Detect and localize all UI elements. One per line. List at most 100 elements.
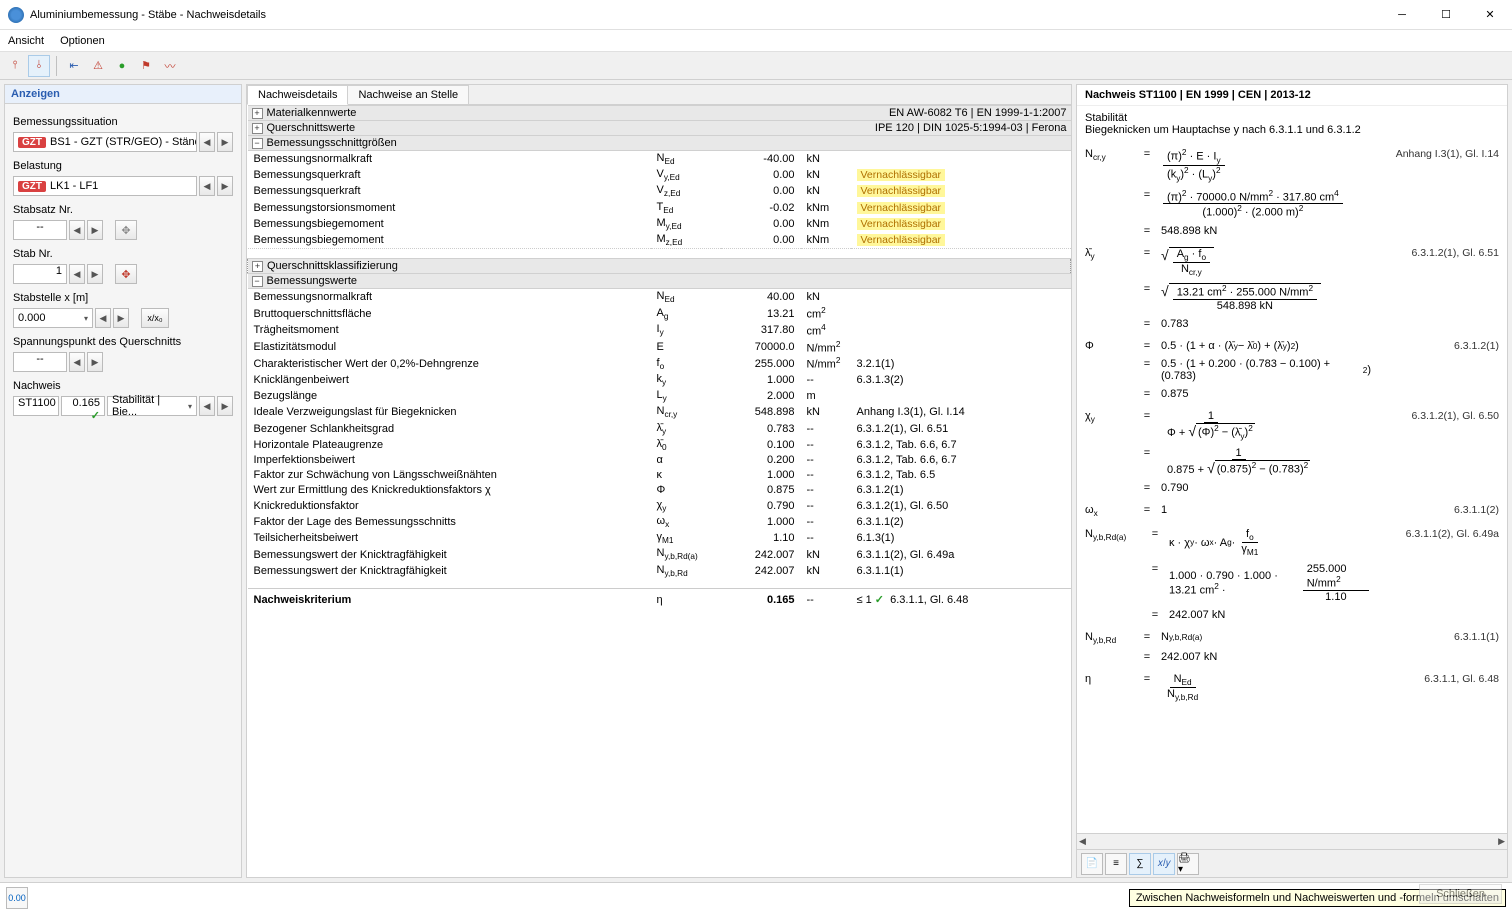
tb-flag-icon[interactable]: ⚑ xyxy=(135,55,157,77)
situation-field[interactable]: GZT BS1 - GZT (STR/GEO) - Ständig ... xyxy=(13,132,197,152)
table-row: BemessungstorsionsmomentTEd-0.02kNmVerna… xyxy=(248,200,1071,216)
rt-list-icon[interactable]: ≡ xyxy=(1105,853,1127,875)
stab-next[interactable]: ▶ xyxy=(87,264,103,284)
stabstelle-xx0[interactable]: x/x₀ xyxy=(141,308,169,328)
table-row: BruttoquerschnittsflächeAg13.21cm2 xyxy=(248,305,1071,322)
table-row: Knickreduktionsfaktorχy0.790--6.3.1.2(1)… xyxy=(248,498,1071,514)
rt-doc-icon[interactable]: 📄 xyxy=(1081,853,1103,875)
stabsatz-label: Stabsatz Nr. xyxy=(13,204,233,216)
criterion-row: Nachweiskriterium η 0.165 -- ≤ 1 ✓ 6.3.1… xyxy=(248,589,1071,611)
collapse-icon[interactable]: − xyxy=(252,138,263,149)
tb-wave-icon[interactable]: 〰 xyxy=(159,55,181,77)
minimize-button[interactable]: ─ xyxy=(1388,5,1416,25)
menu-options[interactable]: Optionen xyxy=(60,35,105,47)
formula-title: Nachweis ST1100 | EN 1999 | CEN | 2013-1… xyxy=(1077,85,1507,106)
rt-formula-icon[interactable]: ∑ xyxy=(1129,853,1151,875)
table-row: BemessungsnormalkraftNEd-40.00kN xyxy=(248,151,1071,168)
stabsatz-pick-icon[interactable]: ✥ xyxy=(115,220,137,240)
separator xyxy=(56,56,57,76)
load-prev[interactable]: ◀ xyxy=(199,176,215,196)
stabstelle-label: Stabstelle x [m] xyxy=(13,292,233,304)
table-row: BemessungsquerkraftVy,Ed0.00kNVernachläs… xyxy=(248,167,1071,183)
decimals-button[interactable]: 0.00 xyxy=(6,887,28,909)
sidebar: Anzeigen Bemessungssituation GZT BS1 - G… xyxy=(4,84,242,878)
stab-prev[interactable]: ◀ xyxy=(69,264,85,284)
situation-value: BS1 - GZT (STR/GEO) - Ständig ... xyxy=(50,136,197,148)
nachweis-ratio[interactable]: 0.165 ✓ xyxy=(61,396,105,416)
expand-icon[interactable]: + xyxy=(252,108,263,119)
table-row: BemessungsbiegemomentMz,Ed0.00kNmVernach… xyxy=(248,232,1071,249)
table-row: Bemessungswert der KnicktragfähigkeitNy,… xyxy=(248,563,1071,579)
h-scrollbar[interactable]: ◀ ▶ xyxy=(1077,833,1507,849)
stabstelle-prev[interactable]: ◀ xyxy=(95,308,111,328)
situation-label: Bemessungssituation xyxy=(13,116,233,128)
stabstelle-field[interactable]: 0.000 xyxy=(13,308,93,328)
formula-sub1: Stabilität xyxy=(1085,112,1499,124)
stab-label: Stab Nr. xyxy=(13,248,233,260)
spannung-next[interactable]: ▶ xyxy=(87,352,103,372)
table-row: Ideale Verzweigungslast für Biegeknicken… xyxy=(248,404,1071,420)
nachweis-prev[interactable]: ◀ xyxy=(199,396,215,416)
toolbar: ⫯ ⫰ ⇤ ⚠ ● ⚑ 〰 xyxy=(0,52,1512,80)
expand-icon[interactable]: + xyxy=(252,261,263,272)
table-row: BezugslängeLy2.000m xyxy=(248,388,1071,404)
formula-sub2: Biegeknicken um Hauptachse y nach 6.3.1.… xyxy=(1085,124,1499,136)
rt-print-icon[interactable]: 🖨 ▾ xyxy=(1177,853,1199,875)
load-next[interactable]: ▶ xyxy=(217,176,233,196)
stab-pick-icon[interactable]: ✥ xyxy=(115,264,137,284)
table-row: Bezogener Schlankheitsgradλ̄y0.783--6.3.… xyxy=(248,421,1071,437)
table-row: BemessungsbiegemomentMy,Ed0.00kNmVernach… xyxy=(248,216,1071,232)
tb-select-icon[interactable]: ⫰ xyxy=(28,55,50,77)
nachweis-type[interactable]: Stabilität | Bie... xyxy=(107,396,197,416)
tb-first-icon[interactable]: ⇤ xyxy=(63,55,85,77)
table-row: Bemessungswert der KnicktragfähigkeitNy,… xyxy=(248,546,1071,562)
tab-details[interactable]: Nachweisdetails xyxy=(247,85,348,105)
table-row: TeilsicherheitsbeiwertγM11.10--6.1.3(1) xyxy=(248,530,1071,546)
sidebar-header: Anzeigen xyxy=(5,85,241,104)
table-row: Faktor zur Schwächung von Längsschweißnä… xyxy=(248,468,1071,483)
collapse-icon[interactable]: − xyxy=(252,276,263,287)
details-panel: Nachweisdetails Nachweise an Stelle +Mat… xyxy=(246,84,1072,878)
table-row: ElastizitätsmodulE70000.0N/mm2 xyxy=(248,339,1071,356)
expand-icon[interactable]: + xyxy=(252,123,263,134)
spannung-field[interactable]: -- xyxy=(13,352,67,372)
situation-next[interactable]: ▶ xyxy=(217,132,233,152)
close-button[interactable]: ✕ xyxy=(1476,5,1504,25)
menubar: Ansicht Optionen xyxy=(0,30,1512,52)
tab-stelle[interactable]: Nachweise an Stelle xyxy=(347,85,469,104)
tb-exclaim-icon[interactable]: ⚠ xyxy=(87,55,109,77)
menu-view[interactable]: Ansicht xyxy=(8,35,44,47)
stabsatz-field[interactable]: -- xyxy=(13,220,67,240)
tb-magnets-icon[interactable]: ⫯ xyxy=(4,55,26,77)
footer: 0.00 Zwischen Nachweisformeln und Nachwe… xyxy=(0,882,1512,912)
formula-panel: Nachweis ST1100 | EN 1999 | CEN | 2013-1… xyxy=(1076,84,1508,878)
load-field[interactable]: GZT LK1 - LF1 xyxy=(13,176,197,196)
nachweis-next[interactable]: ▶ xyxy=(217,396,233,416)
stabsatz-next[interactable]: ▶ xyxy=(87,220,103,240)
stabstelle-next[interactable]: ▶ xyxy=(113,308,129,328)
close-dialog-button[interactable]: Schließen xyxy=(1419,884,1502,904)
tabs: Nachweisdetails Nachweise an Stelle xyxy=(247,85,1071,105)
nachweis-label: Nachweis xyxy=(13,380,233,392)
formula-toolbar: 📄 ≡ ∑ 𝑥/𝑦 🖨 ▾ xyxy=(1077,849,1507,877)
gzt-badge2: GZT xyxy=(18,181,46,192)
table-row: TrägheitsmomentIy317.80cm4 xyxy=(248,322,1071,339)
spannung-prev[interactable]: ◀ xyxy=(69,352,85,372)
gzt-badge: GZT xyxy=(18,137,46,148)
details-table: +MaterialkennwerteEN AW-6082 T6 | EN 199… xyxy=(247,105,1071,610)
tb-nodes-icon[interactable]: ● xyxy=(111,55,133,77)
maximize-button[interactable]: ☐ xyxy=(1432,5,1460,25)
table-row: BemessungsnormalkraftNEd40.00kN xyxy=(248,289,1071,306)
table-row: Faktor der Lage des Bemessungsschnittsωx… xyxy=(248,514,1071,530)
app-icon xyxy=(8,7,24,23)
spannung-label: Spannungspunkt des Querschnitts xyxy=(13,336,233,348)
table-row: Knicklängenbeiwertky1.000--6.3.1.3(2) xyxy=(248,372,1071,388)
rt-values-icon[interactable]: 𝑥/𝑦 xyxy=(1153,853,1175,875)
nachweis-id[interactable]: ST1100 xyxy=(13,396,59,416)
table-row: Horizontale Plateaugrenzeλ̄00.100--6.3.1… xyxy=(248,437,1071,453)
load-value: LK1 - LF1 xyxy=(50,180,98,192)
titlebar: Aluminiumbemessung - Stäbe - Nachweisdet… xyxy=(0,0,1512,30)
stabsatz-prev[interactable]: ◀ xyxy=(69,220,85,240)
stab-field[interactable]: 1 xyxy=(13,264,67,284)
situation-prev[interactable]: ◀ xyxy=(199,132,215,152)
